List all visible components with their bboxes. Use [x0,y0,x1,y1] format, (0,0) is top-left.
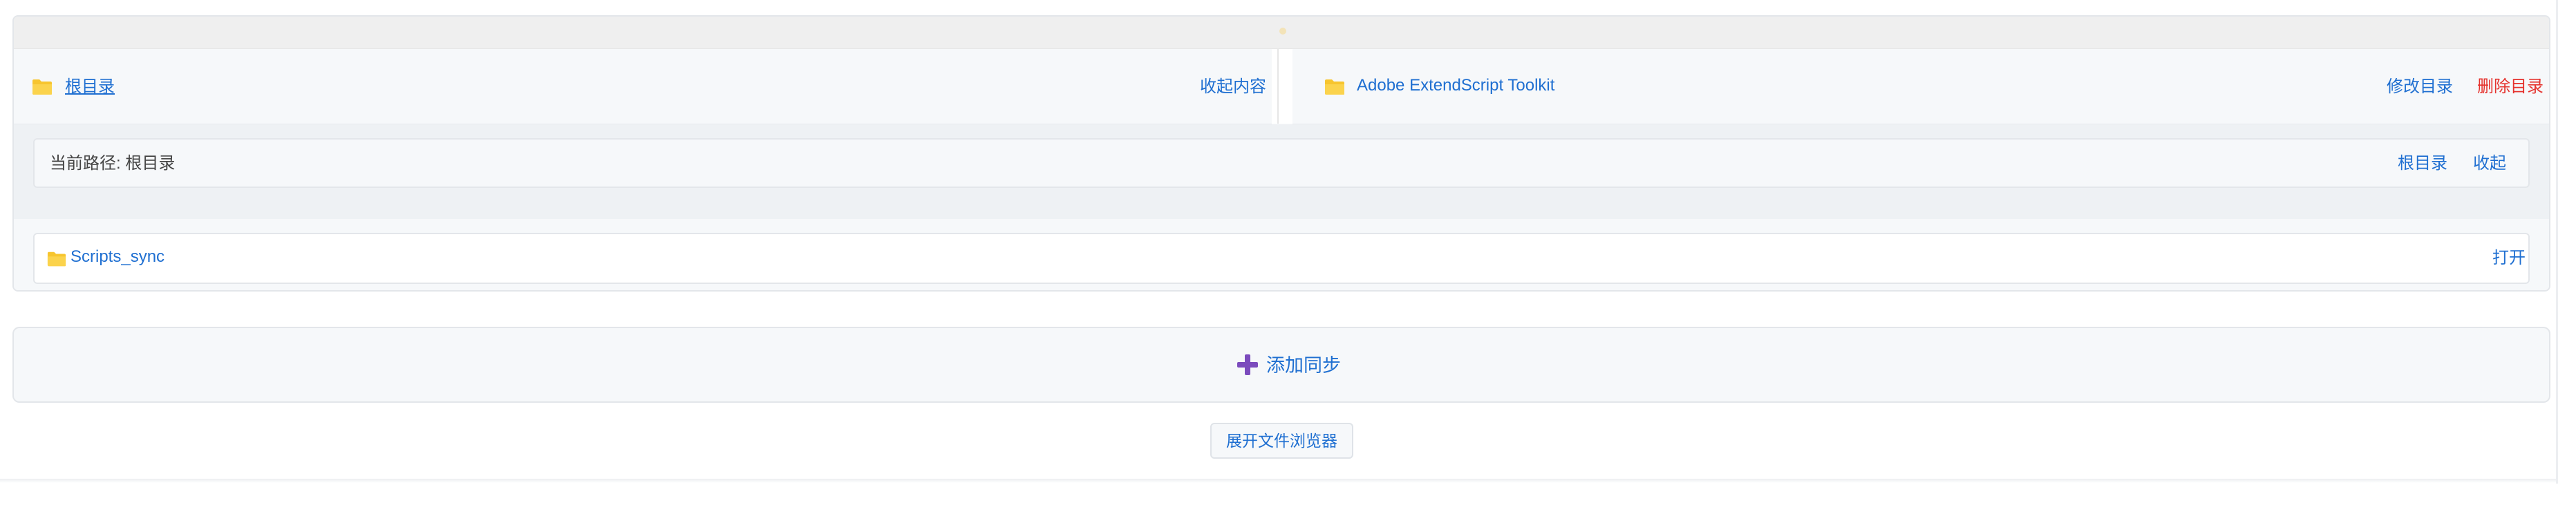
source-panel: 根目录 收起内容 [14,49,1272,124]
open-folder-button[interactable]: 打开 [2492,248,2526,269]
folder-list: Scripts_sync 打开 [14,219,2549,290]
sync-entry-card: 根目录 收起内容 Adobe ExtendScript Toolkit 修改目录… [12,15,2550,292]
go-root-button[interactable]: 根目录 [2398,153,2447,174]
source-folder-link[interactable]: 根目录 [65,77,115,97]
collapse-browser-button[interactable]: 收起 [2473,153,2506,174]
current-path-label: 当前路径: 根目录 [50,154,176,173]
container-bottom-edge [0,479,2557,483]
folder-icon [47,251,66,267]
target-panel: Adobe ExtendScript Toolkit 修改目录 删除目录 [1292,49,2549,124]
expand-file-browser-button[interactable]: 展开文件浏览器 [1210,423,1353,459]
path-section: 当前路径: 根目录 根目录 收起 [14,124,2549,219]
list-item[interactable]: Scripts_sync 打开 [33,233,2530,284]
folder-icon [32,79,52,95]
plus-icon [1237,354,1258,375]
add-sync-button[interactable]: 添加同步 [12,327,2550,403]
add-sync-label: 添加同步 [1266,355,1341,376]
sync-settings-page: 根目录 收起内容 Adobe ExtendScript Toolkit 修改目录… [0,0,2576,505]
card-drag-bar[interactable] [14,17,2549,49]
target-folder-link[interactable]: Adobe ExtendScript Toolkit [1357,75,1554,96]
path-bar: 当前路径: 根目录 根目录 收起 [33,138,2530,188]
drag-handle-icon[interactable] [1279,28,1286,35]
panel-divider [1272,49,1292,124]
delete-directory-button[interactable]: 删除目录 [2477,77,2544,97]
sync-panels: 根目录 收起内容 Adobe ExtendScript Toolkit 修改目录… [14,49,2549,124]
collapse-content-button[interactable]: 收起内容 [1200,77,1266,97]
folder-name-link[interactable]: Scripts_sync [70,247,164,267]
container-right-edge [2556,0,2558,484]
edit-directory-button[interactable]: 修改目录 [2387,77,2453,97]
folder-icon [1325,79,1344,95]
